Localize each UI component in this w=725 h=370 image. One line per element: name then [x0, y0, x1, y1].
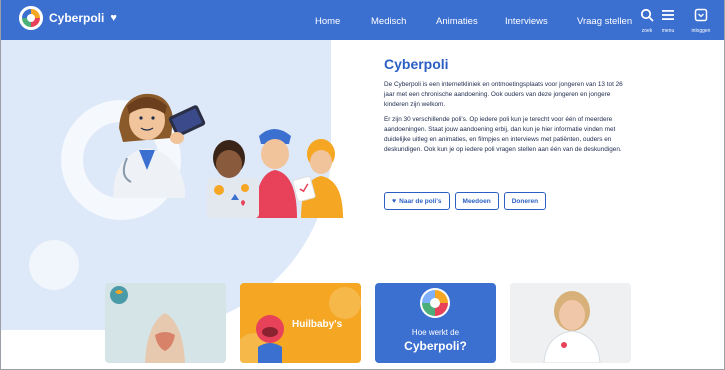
card-anatomy[interactable]: [105, 283, 226, 363]
kids-group: [207, 129, 343, 218]
nav-interviews[interactable]: Interviews: [505, 16, 548, 27]
join-button[interactable]: Meedoen: [454, 192, 499, 210]
page-title: Cyberpoli: [384, 56, 449, 72]
hamburger-icon: [662, 10, 674, 20]
login-label: inloggen: [691, 28, 711, 34]
hero-content: Cyberpoli De Cyberpoli is een internetkl…: [384, 56, 632, 159]
hero-buttons: ♥ Naar de poli's Meedoen Doneren: [384, 192, 547, 210]
login-icon: [694, 8, 708, 22]
polis-button-label: Naar de poli's: [399, 197, 442, 205]
card-how-it-works[interactable]: Hoe werkt de Cyberpoli?: [375, 283, 496, 363]
info-paragraph: Er zijn 30 verschillende poli's. Op iede…: [384, 115, 622, 153]
login-button[interactable]: inloggen: [688, 8, 714, 34]
how-it-works-line1: Hoe werkt de: [411, 328, 460, 337]
donate-button[interactable]: Doneren: [503, 192, 547, 210]
nav-medisch[interactable]: Medisch: [371, 16, 406, 27]
card-doctor-photo[interactable]: [510, 283, 631, 363]
cyberpoli-logo-icon: [19, 6, 43, 30]
menu-button[interactable]: menu: [655, 8, 681, 34]
browser-frame: Cyberpoli ♥ Home Medisch Animaties Inter…: [0, 0, 725, 370]
menu-label: menu: [661, 28, 675, 34]
how-it-works-line2: Cyberpoli?: [404, 339, 467, 353]
nav-animaties[interactable]: Animaties: [436, 16, 478, 27]
card-huilbabys[interactable]: Huilbaby's: [240, 283, 361, 363]
decorative-dot: [29, 240, 79, 290]
donate-button-label: Doneren: [511, 197, 539, 205]
heart-icon: ♥: [392, 197, 397, 205]
nav-vraag-stellen[interactable]: Vraag stellen: [577, 16, 632, 27]
site-logo[interactable]: Cyberpoli ♥: [19, 6, 117, 30]
feature-cards: Huilbaby's Hoe werkt de Cyberpoli?: [105, 283, 631, 363]
doctor-figure: [113, 93, 185, 198]
heart-icon: ♥: [110, 12, 117, 24]
brand-name: Cyberpoli: [49, 11, 105, 25]
join-button-label: Meedoen: [462, 197, 491, 205]
hero-illustration: [113, 93, 343, 218]
polis-button[interactable]: ♥ Naar de poli's: [384, 192, 450, 210]
anatomy-illustration: [110, 286, 185, 363]
doctor-photo: [510, 283, 631, 363]
site-header: Cyberpoli ♥ Home Medisch Animaties Inter…: [1, 0, 724, 40]
tablet-device: [168, 105, 206, 144]
nav-home[interactable]: Home: [315, 16, 340, 27]
huilbabys-title: Huilbaby's: [292, 319, 343, 330]
intro-paragraph: De Cyberpoli is een internetkliniek en o…: [384, 81, 623, 108]
search-icon: [640, 8, 654, 22]
